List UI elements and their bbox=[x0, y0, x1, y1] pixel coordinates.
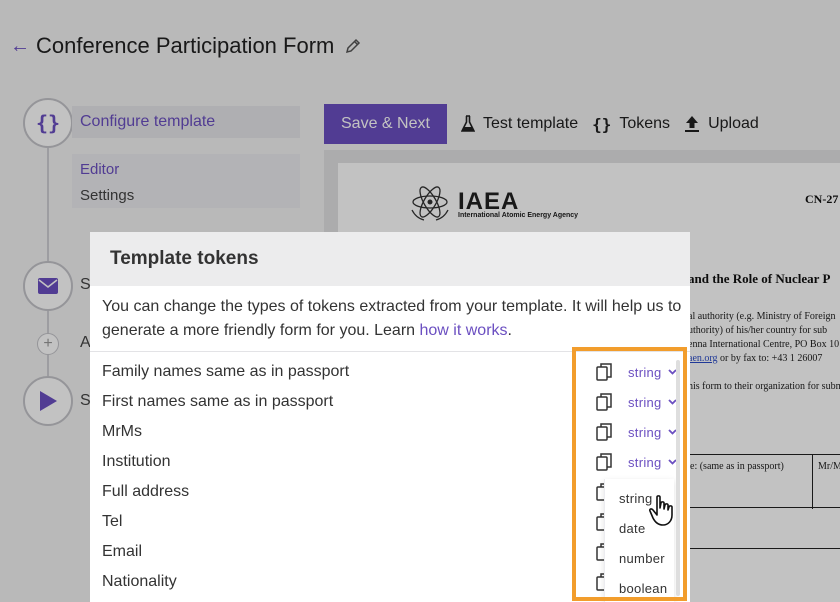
token-name: MrMs bbox=[102, 423, 142, 440]
token-name: Full address bbox=[102, 483, 190, 500]
token-name: Email bbox=[102, 543, 143, 560]
how-it-works-link[interactable]: how it works bbox=[420, 322, 508, 339]
hand-cursor-icon bbox=[648, 495, 673, 526]
modal-title: Template tokens bbox=[90, 232, 690, 286]
modal-description-text: You can change the types of tokens extra… bbox=[102, 298, 682, 339]
token-name: Nationality bbox=[102, 573, 177, 590]
modal-description: You can change the types of tokens extra… bbox=[102, 295, 682, 343]
token-name: Tel bbox=[102, 513, 123, 530]
highlight-box bbox=[572, 347, 687, 601]
modal-description-end: . bbox=[507, 322, 512, 339]
token-name: Institution bbox=[102, 453, 171, 470]
token-name: First names same as in passport bbox=[102, 393, 334, 410]
token-name: Family names same as in passport bbox=[102, 363, 350, 380]
